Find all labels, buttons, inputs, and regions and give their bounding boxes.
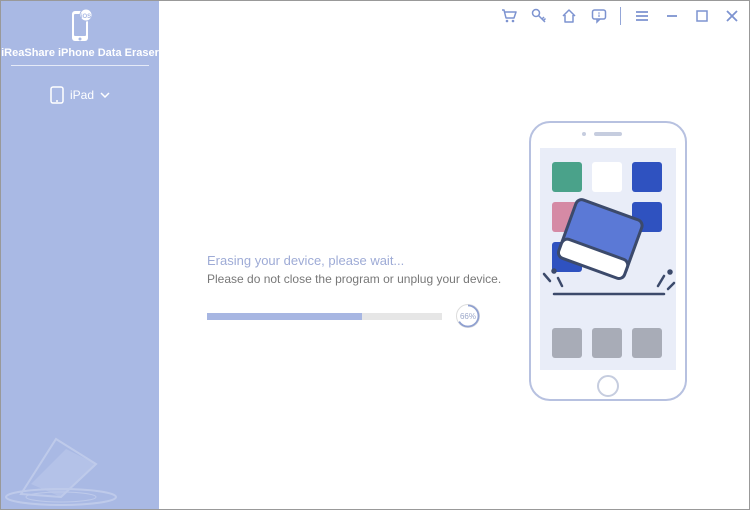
feedback-icon[interactable] — [590, 7, 608, 25]
progress-panel: Erasing your device, please wait... Plea… — [207, 253, 527, 328]
phone-illustration — [524, 116, 694, 406]
app-logo: iOS — [1, 1, 159, 45]
app-title: iReaShare iPhone Data Eraser — [1, 47, 159, 65]
cart-icon[interactable] — [500, 7, 518, 25]
main-content: Erasing your device, please wait... Plea… — [159, 1, 749, 509]
progress-percent: 66% — [456, 304, 480, 328]
menu-icon[interactable] — [633, 7, 651, 25]
key-icon[interactable] — [530, 7, 548, 25]
device-selector[interactable]: iPad — [50, 86, 110, 104]
separator — [620, 7, 621, 25]
sidebar: iOS iReaShare iPhone Data Eraser iPad — [1, 1, 159, 509]
eraser-decoration-icon — [1, 389, 159, 509]
home-icon[interactable] — [560, 7, 578, 25]
percent-label: 66% — [460, 312, 476, 321]
progress-bar — [207, 313, 442, 320]
divider — [11, 65, 149, 66]
status-warning: Please do not close the program or unplu… — [207, 272, 527, 286]
minimize-icon[interactable] — [663, 7, 681, 25]
app-window: iOS iReaShare iPhone Data Eraser iPad — [0, 0, 750, 510]
progress-row: 66% — [207, 304, 527, 328]
device-label: iPad — [70, 88, 94, 102]
status-title: Erasing your device, please wait... — [207, 253, 527, 268]
phone-logo-icon: iOS — [62, 9, 98, 45]
chevron-down-icon — [100, 92, 110, 98]
svg-text:iOS: iOS — [81, 14, 91, 20]
progress-fill — [207, 313, 362, 320]
ipad-icon — [50, 86, 64, 104]
close-icon[interactable] — [723, 7, 741, 25]
maximize-icon[interactable] — [693, 7, 711, 25]
titlebar-controls — [500, 7, 741, 25]
